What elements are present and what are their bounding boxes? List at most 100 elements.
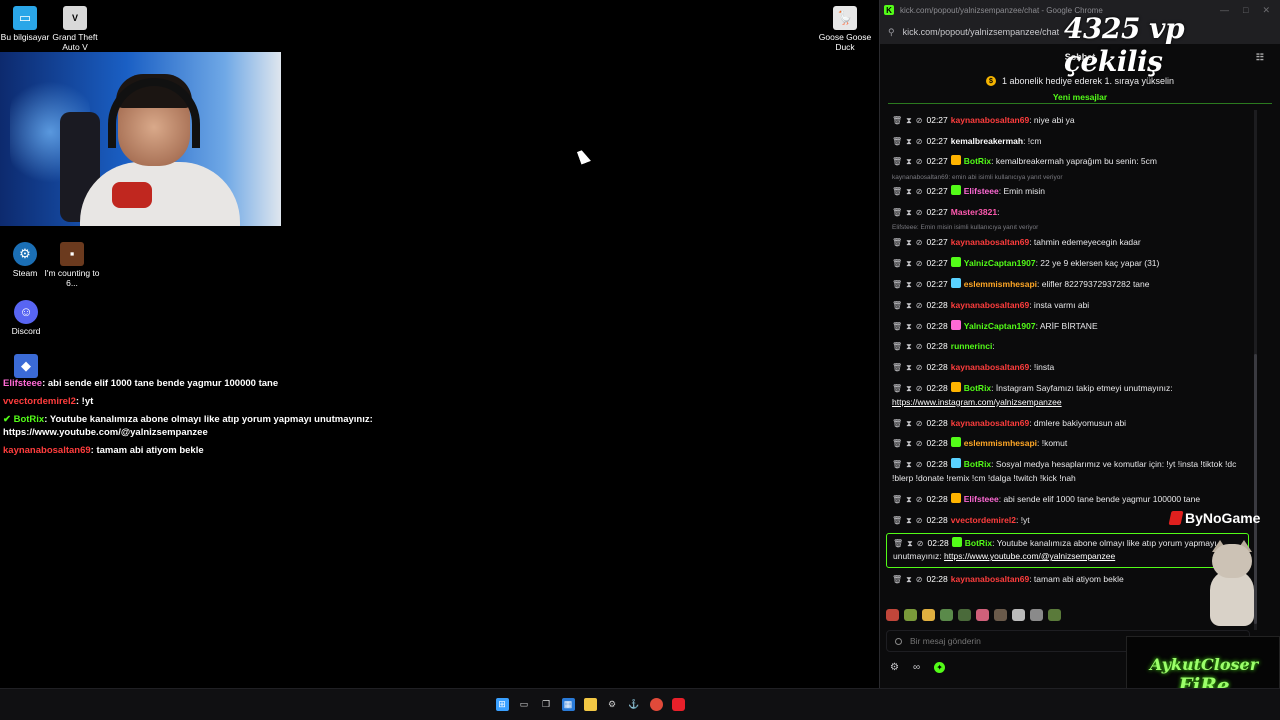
timeout-icon[interactable]: ⧗	[906, 384, 912, 393]
chat-message[interactable]: 🗑 ⧗ ⊘ 02:27 BotRix: kemalbreakermah yaprağım…	[880, 152, 1255, 173]
message-username[interactable]: YalnizCaptan1907	[964, 258, 1036, 268]
ban-icon[interactable]: ⊘	[916, 495, 923, 504]
ban-icon[interactable]: ⊘	[916, 342, 923, 351]
delete-icon[interactable]: 🗑	[892, 384, 902, 393]
delete-icon[interactable]: 🗑	[892, 439, 902, 448]
timeout-icon[interactable]: ⧗	[906, 516, 912, 525]
emote-icon[interactable]	[994, 609, 1007, 621]
chat-message[interactable]: 🗑 ⧗ ⊘ 02:28 BotRix: Youtube kanalımıza abone…	[886, 532, 1249, 568]
message-username[interactable]: BotRix	[964, 156, 991, 166]
windows-start-icon[interactable]: ⊞	[495, 698, 509, 711]
delete-icon[interactable]: 🗑	[892, 419, 902, 428]
settings-icon[interactable]: ⚙	[890, 662, 899, 673]
emote-icon[interactable]	[958, 609, 971, 621]
emote-icon[interactable]	[886, 609, 899, 621]
ban-icon[interactable]: ⊘	[916, 157, 923, 166]
timeout-icon[interactable]: ⧗	[906, 342, 912, 351]
chat-message[interactable]: 🗑 ⧗ ⊘ 02:27 kaynanabosaltan69: niye abi ya	[880, 110, 1255, 131]
timeout-icon[interactable]: ⧗	[906, 322, 912, 331]
chrome-icon[interactable]	[649, 698, 663, 711]
message-username[interactable]: eslemmismhesapi	[964, 438, 1037, 448]
settings-gear-icon[interactable]: ⚙	[606, 698, 619, 711]
delete-icon[interactable]: 🗑	[892, 575, 902, 584]
ban-icon[interactable]: ⊘	[916, 363, 923, 372]
ban-icon[interactable]: ⊘	[916, 419, 923, 428]
timeout-icon[interactable]: ⧗	[906, 208, 912, 217]
emoji-icon[interactable]	[895, 637, 902, 645]
ban-icon[interactable]: ⊘	[916, 322, 923, 331]
message-username[interactable]: eslemmismhesapi	[964, 279, 1037, 289]
message-link[interactable]: https://www.instagram.com/yalnizsempanze…	[892, 397, 1062, 407]
timeout-icon[interactable]: ⧗	[906, 495, 912, 504]
delete-icon[interactable]: 🗑	[892, 516, 902, 525]
delete-icon[interactable]: 🗑	[892, 208, 902, 217]
message-username[interactable]: kaynanabosaltan69	[951, 574, 1029, 584]
timeout-icon[interactable]: ⧗	[906, 280, 912, 289]
chat-message[interactable]: 🗑 ⧗ ⊘ 02:28 BotRix: İnstagram Sayfamızı taki…	[880, 379, 1255, 413]
message-username[interactable]: kaynanabosaltan69	[951, 418, 1029, 428]
ban-icon[interactable]: ⊘	[916, 439, 923, 448]
delete-icon[interactable]: 🗑	[892, 187, 902, 196]
message-username[interactable]: kaynanabosaltan69	[951, 300, 1029, 310]
delete-icon[interactable]: 🗑	[892, 495, 902, 504]
ban-icon[interactable]: ⊘	[916, 460, 923, 469]
message-link[interactable]: https://www.youtube.com/@yalnizsempanzee	[944, 551, 1115, 561]
delete-icon[interactable]: 🗑	[893, 539, 903, 548]
steam-taskbar-icon[interactable]: ⚓	[628, 698, 641, 711]
file-explorer-icon[interactable]	[583, 698, 597, 711]
emote-icon[interactable]	[904, 609, 917, 621]
chat-message[interactable]: 🗑 ⧗ ⊘ 02:28 kaynanabosaltan69: !insta	[880, 358, 1255, 379]
delete-icon[interactable]: 🗑	[892, 322, 902, 331]
ban-icon[interactable]: ⊘	[916, 116, 923, 125]
ban-icon[interactable]: ⊘	[916, 259, 923, 268]
emote-icon[interactable]	[922, 609, 935, 621]
message-username[interactable]: runnerinci	[951, 341, 993, 351]
delete-icon[interactable]: 🗑	[892, 363, 902, 372]
ban-icon[interactable]: ⊘	[916, 516, 923, 525]
timeout-icon[interactable]: ⧗	[906, 116, 912, 125]
emote-icon[interactable]	[940, 609, 953, 621]
timeout-icon[interactable]: ⧗	[906, 301, 912, 310]
message-username[interactable]: kemalbreakermah	[951, 136, 1023, 146]
chat-message[interactable]: 🗑 ⧗ ⊘ 02:27 Elifsteee: Emin misin	[880, 182, 1255, 203]
message-username[interactable]: BotRix	[965, 538, 992, 548]
chat-message[interactable]: 🗑 ⧗ ⊘ 02:27 kaynanabosaltan69: tahmin edemey…	[880, 232, 1255, 253]
emote-icon[interactable]	[976, 609, 989, 621]
message-username[interactable]: BotRix	[964, 459, 991, 469]
desktop-icon-discord[interactable]: ☺ Discord	[0, 300, 55, 336]
chat-message[interactable]: 🗑 ⧗ ⊘ 02:28 kaynanabosaltan69: insta varmı a…	[880, 295, 1255, 316]
message-username[interactable]: Elifsteee	[964, 186, 999, 196]
ban-icon[interactable]: ⊘	[916, 137, 923, 146]
message-username[interactable]: vvectordemirel2	[951, 515, 1016, 525]
record-app-icon[interactable]	[671, 698, 685, 711]
chat-message[interactable]: 🗑 ⧗ ⊘ 02:28 BotRix: Sosyal medya hesaplarımı…	[880, 455, 1255, 489]
ban-icon[interactable]: ⊘	[916, 301, 923, 310]
message-username[interactable]: YalnizCaptan1907	[964, 321, 1036, 331]
message-username[interactable]: kaynanabosaltan69	[951, 237, 1029, 247]
message-username[interactable]: Elifsteee	[964, 494, 999, 504]
timeout-icon[interactable]: ⧗	[906, 238, 912, 247]
link-icon[interactable]: ∞	[913, 662, 920, 673]
ban-icon[interactable]: ⊘	[916, 575, 923, 584]
chat-message[interactable]: 🗑 ⧗ ⊘ 02:27 YalnizCaptan1907: 22 ye 9 eklers…	[880, 253, 1255, 274]
chat-message[interactable]: 🗑 ⧗ ⊘ 02:28 eslemmismhesapi: !komut	[880, 434, 1255, 455]
delete-icon[interactable]: 🗑	[892, 301, 902, 310]
message-username[interactable]: Master3821	[951, 207, 997, 217]
delete-icon[interactable]: 🗑	[892, 137, 902, 146]
chat-message[interactable]: 🗑 ⧗ ⊘ 02:27 eslemmismhesapi: elifler 8227937…	[880, 274, 1255, 295]
timeout-icon[interactable]: ⧗	[906, 187, 912, 196]
chat-message[interactable]: 🗑 ⧗ ⊘ 02:27 Master3821:	[880, 203, 1255, 224]
ban-icon[interactable]: ⊘	[916, 238, 923, 247]
chat-message[interactable]: 🗑 ⧗ ⊘ 02:28 YalnizCaptan1907: ARİF BİRTANE	[880, 316, 1255, 337]
search-icon[interactable]: ▭	[518, 698, 531, 711]
timeout-icon[interactable]: ⧗	[906, 439, 912, 448]
delete-icon[interactable]: 🗑	[892, 460, 902, 469]
delete-icon[interactable]: 🗑	[892, 259, 902, 268]
timeout-icon[interactable]: ⧗	[906, 259, 912, 268]
delete-icon[interactable]: 🗑	[892, 342, 902, 351]
delete-icon[interactable]: 🗑	[892, 157, 902, 166]
ban-icon[interactable]: ⊘	[916, 384, 923, 393]
emote-icon[interactable]	[1012, 609, 1025, 621]
timeout-icon[interactable]: ⧗	[907, 539, 913, 548]
timeout-icon[interactable]: ⧗	[906, 460, 912, 469]
